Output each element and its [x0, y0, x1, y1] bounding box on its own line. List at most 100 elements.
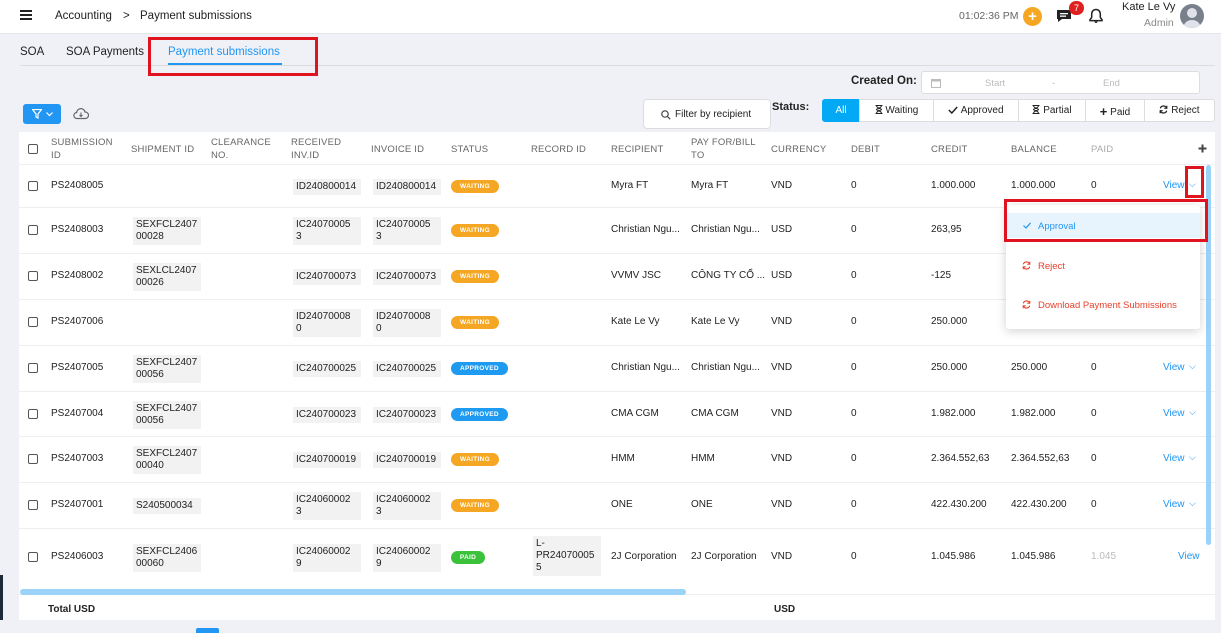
- cell-pay-for: Kate Le Vy: [691, 316, 740, 327]
- created-on-label: Created On:: [851, 75, 917, 87]
- column-header[interactable]: STATUS: [451, 143, 488, 156]
- refresh-icon: [1022, 300, 1031, 309]
- status-badge: WAITING: [451, 270, 499, 283]
- chevron-down-icon[interactable]: ⌵: [1189, 361, 1196, 372]
- cell-debit: 0: [851, 316, 857, 327]
- row-checkbox[interactable]: [28, 225, 38, 235]
- cell-shipment-id: SEXFCL2407 00056: [133, 400, 201, 429]
- cell-paid: 0: [1091, 499, 1097, 510]
- status-waiting[interactable]: Waiting: [859, 99, 934, 122]
- column-header[interactable]: SUBMISSION ID: [51, 136, 121, 162]
- column-header[interactable]: INVOICE ID: [371, 143, 424, 156]
- refresh-icon: [1160, 105, 1168, 114]
- avatar[interactable]: [1180, 4, 1204, 28]
- row-checkbox[interactable]: [28, 181, 38, 191]
- cell-recipient: Christian Ngu...: [611, 362, 680, 373]
- view-link[interactable]: View: [1163, 499, 1185, 510]
- cell-currency: VND: [771, 316, 793, 327]
- menu-reject[interactable]: Reject: [1006, 253, 1200, 278]
- chevron-down-icon[interactable]: ⌵: [1189, 498, 1196, 509]
- top-bar: Accounting > Payment submissions 01:02:3…: [0, 0, 1221, 34]
- menu-icon[interactable]: [20, 10, 32, 20]
- column-header[interactable]: CURRENCY: [771, 143, 826, 156]
- cloud-download-icon[interactable]: [73, 108, 89, 120]
- row-checkbox[interactable]: [28, 317, 38, 327]
- cell-recipient: VVMV JSC: [611, 270, 662, 281]
- status-badge: WAITING: [451, 499, 499, 512]
- cell-received-inv-id: IC240700025: [293, 361, 361, 377]
- status-paid-label: Paid: [1110, 107, 1131, 118]
- cell-credit: 263,95: [931, 224, 962, 235]
- cell-recipient: HMM: [611, 453, 635, 464]
- status-badge: WAITING: [451, 316, 499, 329]
- status-approved[interactable]: Approved: [933, 99, 1019, 122]
- cell-submission-id: PS2408003: [51, 224, 104, 235]
- column-header[interactable]: RECORD ID: [531, 143, 586, 156]
- view-link[interactable]: View: [1163, 180, 1185, 191]
- view-link[interactable]: View: [1178, 551, 1200, 562]
- page-indicator[interactable]: [196, 628, 219, 633]
- row-checkbox[interactable]: [28, 363, 38, 373]
- row-checkbox[interactable]: [28, 408, 38, 419]
- chevron-down-icon[interactable]: ⌵: [1189, 452, 1196, 463]
- status-label: Status:: [772, 101, 810, 113]
- row-divider: [19, 345, 1215, 346]
- breadcrumb-root[interactable]: Accounting: [55, 10, 112, 22]
- column-header[interactable]: CLEARANCE NO.: [211, 136, 281, 162]
- plus-icon: +: [1099, 104, 1108, 119]
- bell-icon[interactable]: [1088, 8, 1104, 24]
- column-header[interactable]: PAY FOR/BILL TO: [691, 136, 759, 162]
- status-all[interactable]: All: [822, 99, 860, 122]
- filter-recipient-button[interactable]: Filter by recipient: [643, 99, 771, 129]
- add-column-icon[interactable]: [1198, 144, 1207, 153]
- column-header[interactable]: PAID: [1091, 143, 1113, 156]
- chevron-down-icon: [46, 112, 53, 117]
- cell-received-inv-id: ID24070008 0: [293, 309, 361, 337]
- add-icon[interactable]: +: [1023, 7, 1042, 26]
- cell-pay-for: CMA CGM: [691, 407, 739, 419]
- cell-debit: 0: [851, 499, 857, 510]
- column-header[interactable]: CREDIT: [931, 143, 968, 156]
- row-checkbox[interactable]: [28, 500, 38, 510]
- cell-recipient: ONE: [611, 499, 633, 510]
- cell-credit: 250.000: [931, 316, 968, 327]
- cell-received-inv-id: ID240800014: [293, 179, 361, 195]
- column-header[interactable]: BALANCE: [1011, 143, 1057, 156]
- view-link[interactable]: View: [1163, 362, 1185, 373]
- row-checkbox[interactable]: [28, 271, 38, 281]
- date-range-input[interactable]: Start - End: [921, 71, 1200, 94]
- view-link[interactable]: View: [1163, 408, 1185, 419]
- select-all-checkbox[interactable]: [28, 144, 38, 154]
- horizontal-scrollbar[interactable]: [20, 589, 686, 595]
- start-date-placeholder: Start: [985, 78, 1006, 89]
- tab-soa[interactable]: SOA: [20, 46, 44, 58]
- status-reject-label: Reject: [1171, 105, 1200, 116]
- tab-soa-payments[interactable]: SOA Payments: [66, 46, 144, 58]
- cell-pay-for: CÔNG TY CỔ ...: [691, 270, 766, 281]
- row-checkbox[interactable]: [28, 454, 38, 464]
- cell-shipment-id: SEXLCL2407 00026: [133, 263, 201, 291]
- row-checkbox[interactable]: [28, 552, 38, 562]
- chevron-down-icon[interactable]: ⌵: [1189, 407, 1196, 418]
- menu-download[interactable]: Download Payment Submissions: [1006, 292, 1200, 317]
- cell-debit: 0: [851, 407, 857, 419]
- column-header[interactable]: RECEIVED INV.ID: [291, 136, 351, 162]
- cell-pay-for: HMM: [691, 453, 715, 464]
- status-paid[interactable]: + Paid: [1085, 99, 1145, 122]
- user-name[interactable]: Kate Le Vy: [1122, 1, 1175, 13]
- status-partial[interactable]: Partial: [1018, 99, 1086, 122]
- status-reject[interactable]: Reject: [1144, 99, 1215, 122]
- cell-credit: 1.045.986: [931, 551, 976, 562]
- column-header[interactable]: SHIPMENT ID: [131, 143, 194, 156]
- cell-invoice-id: IC240700073: [373, 269, 441, 285]
- cell-invoice-id: ID24070008 0: [373, 309, 441, 337]
- filter-recipient-label: Filter by recipient: [675, 109, 752, 120]
- filter-button[interactable]: [23, 104, 61, 124]
- column-header[interactable]: DEBIT: [851, 143, 880, 156]
- date-separator: -: [1052, 78, 1056, 89]
- highlight-box-approval: [1004, 199, 1208, 242]
- status-partial-label: Partial: [1043, 105, 1072, 116]
- cell-pay-for: 2J Corporation: [691, 551, 757, 562]
- column-header[interactable]: RECIPIENT: [611, 143, 663, 156]
- view-link[interactable]: View: [1163, 453, 1185, 464]
